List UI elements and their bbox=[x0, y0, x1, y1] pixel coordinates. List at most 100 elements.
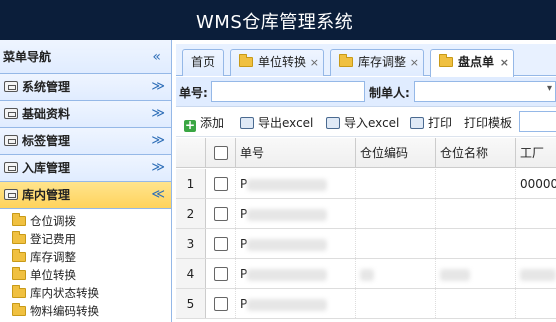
doc-no-value: P bbox=[240, 237, 248, 251]
print-button[interactable]: 打印 bbox=[410, 114, 452, 131]
row-number: 1 bbox=[176, 169, 206, 198]
sidebar-item-unit-convert[interactable]: 单位转换 bbox=[0, 266, 171, 284]
menu-group-label: 系统管理 bbox=[22, 80, 71, 94]
close-tab-icon[interactable]: × bbox=[310, 50, 319, 75]
module-icon bbox=[4, 162, 18, 173]
folder-icon bbox=[439, 54, 453, 67]
doc-no-value: P bbox=[240, 177, 248, 191]
cell-bin-name bbox=[436, 169, 516, 198]
cell-factory bbox=[516, 229, 556, 258]
app-header: WMS仓库管理系统 bbox=[0, 0, 556, 40]
table-row[interactable]: 5 P bbox=[176, 289, 556, 319]
creator-select[interactable] bbox=[414, 81, 556, 102]
folder-icon bbox=[12, 231, 26, 244]
menu-group-label: 入库管理 bbox=[22, 161, 71, 175]
add-label: 添加 bbox=[200, 116, 225, 130]
sidebar-item-status-convert[interactable]: 库内状态转换 bbox=[0, 284, 171, 302]
sidebar-item-label: 登记费用 bbox=[30, 232, 76, 246]
tab-label: 盘点单 bbox=[458, 55, 495, 69]
cell-bin-code bbox=[356, 229, 436, 258]
import-excel-button[interactable]: 导入excel bbox=[326, 114, 399, 131]
redacted-text bbox=[247, 238, 328, 251]
creator-label: 制单人: bbox=[369, 86, 410, 100]
tab-home[interactable]: 首页 bbox=[182, 49, 224, 76]
sidebar-item-label: 库内状态转换 bbox=[30, 286, 99, 300]
expand-icon[interactable]: ≫ bbox=[151, 155, 165, 181]
tab-label: 库存调整 bbox=[358, 55, 407, 69]
cell-factory bbox=[516, 289, 556, 318]
cell-bin-code bbox=[356, 289, 436, 318]
table-row[interactable]: 3 P bbox=[176, 229, 556, 259]
redacted-text bbox=[360, 268, 374, 281]
print-template-select[interactable] bbox=[519, 111, 556, 132]
add-icon: + bbox=[184, 118, 196, 132]
expand-icon[interactable]: ≫ bbox=[151, 128, 165, 154]
menu-group-labels[interactable]: 标签管理 ≫ bbox=[0, 128, 171, 155]
cell-doc-no: P bbox=[236, 289, 356, 318]
col-header-factory[interactable]: 工厂 bbox=[516, 138, 556, 167]
tab-stock-adjust[interactable]: 库存调整 × bbox=[330, 49, 424, 76]
tab-unit-convert[interactable]: 单位转换 × bbox=[230, 49, 324, 76]
cell-doc-no: P bbox=[236, 229, 356, 258]
redacted-text bbox=[520, 268, 556, 281]
col-header-doc-no[interactable]: 单号 bbox=[236, 138, 356, 167]
row-checkbox[interactable] bbox=[213, 177, 228, 191]
table-row[interactable]: 1 P 000000 bbox=[176, 169, 556, 199]
cell-doc-no: P bbox=[236, 169, 356, 198]
import-icon bbox=[326, 117, 340, 129]
expand-icon[interactable]: ≫ bbox=[151, 101, 165, 127]
row-checkbox[interactable] bbox=[213, 297, 228, 311]
sidebar-item-register-fees[interactable]: 登记费用 bbox=[0, 230, 171, 248]
grid-header: 单号 仓位编码 仓位名称 工厂 bbox=[176, 138, 556, 168]
menu-group-inbound[interactable]: 入库管理 ≫ bbox=[0, 155, 171, 182]
collapse-icon[interactable]: ≪ bbox=[151, 182, 165, 208]
close-tab-icon[interactable]: × bbox=[410, 50, 419, 75]
menu-group-in-warehouse[interactable]: 库内管理 ≪ bbox=[0, 182, 171, 209]
sidebar-item-stock-adjust[interactable]: 库存调整 bbox=[0, 248, 171, 266]
redacted-text bbox=[247, 208, 328, 221]
tab-label: 单位转换 bbox=[258, 55, 307, 69]
doc-no-value: P bbox=[240, 267, 248, 281]
tab-stocktake[interactable]: 盘点单 × bbox=[430, 49, 514, 77]
cell-bin-code bbox=[356, 169, 436, 198]
menu-group-basic-data[interactable]: 基础资料 ≫ bbox=[0, 101, 171, 128]
row-checkbox[interactable] bbox=[213, 207, 228, 221]
table-row[interactable]: 4 P bbox=[176, 259, 556, 289]
row-checkbox[interactable] bbox=[213, 237, 228, 251]
sidebar-item-bin-transfer[interactable]: 仓位调拨 bbox=[0, 212, 171, 230]
chevron-down-icon[interactable]: ▾ bbox=[547, 83, 552, 94]
redacted-text bbox=[440, 268, 470, 281]
import-label: 导入excel bbox=[344, 116, 400, 130]
export-excel-button[interactable]: 导出excel bbox=[240, 114, 313, 131]
close-tab-icon[interactable]: × bbox=[500, 50, 509, 75]
cell-factory bbox=[516, 199, 556, 228]
row-number: 3 bbox=[176, 229, 206, 258]
collapse-sidebar-icon[interactable]: « bbox=[152, 40, 161, 74]
select-all-checkbox[interactable] bbox=[213, 146, 228, 160]
table-row[interactable]: 2 P bbox=[176, 199, 556, 229]
add-button[interactable]: + 添加 bbox=[184, 114, 224, 132]
row-checkbox[interactable] bbox=[213, 267, 228, 281]
sidebar-item-label: 单位转换 bbox=[30, 268, 76, 282]
row-select-cell bbox=[206, 289, 236, 318]
menu-group-system[interactable]: 系统管理 ≫ bbox=[0, 74, 171, 101]
export-label: 导出excel bbox=[258, 116, 314, 130]
sidebar-item-material-convert[interactable]: 物料编码转换 bbox=[0, 302, 171, 320]
cell-bin-name bbox=[436, 259, 516, 288]
doc-no-input[interactable] bbox=[211, 81, 365, 102]
sidebar: 菜单导航 « 系统管理 ≫ 基础资料 ≫ 标签管理 ≫ 入库管理 ≫ 库内管理 … bbox=[0, 40, 172, 322]
cell-bin-name bbox=[436, 229, 516, 258]
sidebar-item-label: 物料编码转换 bbox=[30, 304, 99, 318]
printer-icon bbox=[410, 117, 424, 129]
col-header-bin-name[interactable]: 仓位名称 bbox=[436, 138, 516, 167]
sidebar-item-label: 库存调整 bbox=[30, 250, 76, 264]
folder-icon bbox=[12, 267, 26, 280]
expand-icon[interactable]: ≫ bbox=[151, 74, 165, 100]
folder-icon bbox=[12, 285, 26, 298]
col-header-bin-code[interactable]: 仓位编码 bbox=[356, 138, 436, 167]
row-number: 2 bbox=[176, 199, 206, 228]
app-title: WMS仓库管理系统 bbox=[196, 12, 354, 33]
sidebar-header: 菜单导航 « bbox=[0, 40, 171, 74]
folder-icon bbox=[12, 249, 26, 262]
doc-no-label: 单号: bbox=[179, 86, 208, 100]
